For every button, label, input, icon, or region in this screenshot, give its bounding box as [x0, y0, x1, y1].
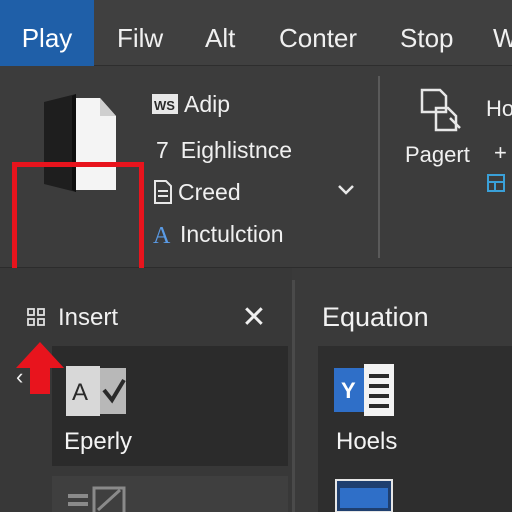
ribbon-row-label: Adip	[184, 90, 231, 117]
menu-conter[interactable]: Conter	[279, 0, 357, 66]
insert-panel-title: Insert	[58, 304, 119, 331]
ribbon-row-label: Inctulction	[180, 220, 284, 247]
edit-icon	[66, 486, 130, 512]
ribbon-row-label: Eighlistnce	[180, 136, 293, 163]
insert-card-label: Eperly	[64, 428, 133, 455]
ribbon-right-label[interactable]: Ho	[486, 96, 512, 122]
ribbon-row-creed[interactable]: Creed	[152, 176, 241, 208]
chevron-down-icon[interactable]	[334, 180, 358, 200]
ws-word-icon: WS	[152, 92, 180, 116]
equation-card-label: Hoels	[336, 428, 398, 455]
svg-text:A: A	[153, 223, 171, 247]
chevron-left-icon[interactable]: ‹	[16, 364, 23, 390]
svg-text:Y: Y	[341, 378, 356, 403]
equation-panel-title: Equation	[322, 302, 429, 332]
letter-a-icon: A	[152, 221, 176, 247]
table-small-icon[interactable]	[486, 172, 508, 194]
menu-alt[interactable]: Alt	[205, 0, 235, 66]
menu-filw[interactable]: Filw	[117, 0, 163, 66]
document-icon	[152, 179, 174, 205]
svg-text:A: A	[72, 379, 88, 406]
spelling-icon: A	[62, 360, 132, 422]
panel-divider	[292, 280, 295, 512]
svg-text:WS: WS	[154, 98, 175, 113]
menu-bar: Play Filw Alt Conter Stop W	[0, 0, 512, 66]
window-icon	[334, 478, 394, 512]
plus-icon[interactable]: +	[494, 140, 507, 166]
close-icon[interactable]: ✕	[238, 302, 270, 334]
grid-icon	[26, 307, 48, 329]
menu-play[interactable]: Play	[0, 0, 94, 66]
page-group-label[interactable]: Pagert	[405, 142, 470, 168]
ribbon-row-label: Creed	[178, 178, 241, 205]
ribbon-row-eighlistnce[interactable]: 7 Eighlistnce	[156, 134, 292, 166]
menu-stop[interactable]: Stop	[400, 0, 454, 66]
ribbon-row-adip[interactable]: WS Adip	[152, 88, 230, 120]
word-document-icon: Y	[332, 362, 398, 422]
page-break-icon[interactable]	[418, 86, 464, 134]
ribbon-divider	[378, 76, 380, 258]
ribbon-row-prefix: 7	[156, 136, 169, 163]
menu-w[interactable]: W	[493, 0, 512, 66]
ribbon-row-inctulction[interactable]: A Inctulction	[152, 218, 284, 250]
insert-panel-header: Insert	[26, 304, 118, 332]
highlight-box	[12, 162, 144, 282]
